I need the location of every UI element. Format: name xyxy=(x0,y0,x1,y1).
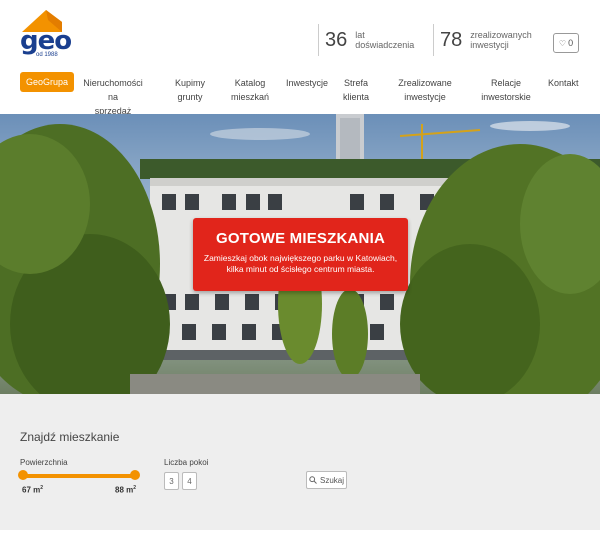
stat-label-line1: zrealizowanych xyxy=(470,30,532,40)
search-title: Znajdź mieszkanie xyxy=(20,430,120,444)
nav-item-kupimy-grunty[interactable]: Kupimy grunty xyxy=(170,76,210,104)
unit-superscript: 2 xyxy=(133,485,137,491)
nav-label-line1: Zrealizowane xyxy=(398,78,452,88)
area-slider-track[interactable] xyxy=(23,474,135,478)
search-button-label: Szukaj xyxy=(319,475,344,485)
nav-item-zrealizowane[interactable]: Zrealizowane inwestycje xyxy=(396,76,454,104)
nav-label-line2: inwestorskie xyxy=(481,92,531,102)
area-max-text: 88 m xyxy=(115,485,134,495)
nav-label: Inwestycje xyxy=(286,78,329,88)
nav-item-katalog[interactable]: Katalog mieszkań xyxy=(230,76,270,104)
heart-icon: ♡ xyxy=(558,38,567,48)
stat-investments: 78 zrealizowanych inwestycji xyxy=(433,24,532,56)
nav-item-strefa-klienta[interactable]: Strefa klienta xyxy=(340,76,372,104)
geo-logo[interactable]: geo od 1988 xyxy=(20,8,72,66)
nav-item-relacje[interactable]: Relacje inwestorskie xyxy=(480,76,532,104)
stat-label-line2: inwestycji xyxy=(470,40,509,50)
stat-label: lat doświadczenia xyxy=(355,30,414,50)
hero-promo-box[interactable]: GOTOWE MIESZKANIA Zamieszkaj obok najwię… xyxy=(193,218,408,291)
favorites-button[interactable]: ♡ 0 xyxy=(553,33,579,53)
search-icon xyxy=(309,476,317,484)
nav-label: Kontakt xyxy=(548,78,579,88)
nav-label-line2: mieszkań xyxy=(230,92,269,102)
stat-experience: 36 lat doświadczenia xyxy=(318,24,414,56)
nav-label-line2: klienta xyxy=(342,92,369,102)
area-slider-max-handle[interactable] xyxy=(130,470,140,480)
nav-label-line1: Kupimy xyxy=(174,78,205,88)
hero-subtitle: Zamieszkaj obok największego parku w Kat… xyxy=(193,253,408,275)
nav-label-line1: Relacje xyxy=(490,78,521,88)
main-nav: GeoGrupa Nieruchomości na sprzedaż Kupim… xyxy=(0,70,600,116)
nav-label-line1: Nieruchomości na xyxy=(83,78,143,102)
nav-item-kontakt[interactable]: Kontakt xyxy=(548,76,579,90)
hero-banner[interactable]: GOTOWE MIESZKANIA Zamieszkaj obok najwię… xyxy=(0,114,600,394)
area-min-text: 67 m xyxy=(22,485,41,495)
nav-label-line1: Strefa xyxy=(343,78,368,88)
area-min-value: 67 m2 xyxy=(22,485,43,495)
nav-label-line1: Katalog xyxy=(234,78,266,88)
site-header: geo od 1988 36 lat doświadczenia 78 zrea… xyxy=(0,0,600,116)
room-option-3[interactable]: 3 xyxy=(164,472,179,490)
hero-subtitle-line2: kilka minut od ścisłego centrum miasta. xyxy=(226,264,375,274)
apartment-search-panel: Znajdź mieszkanie Powierzchnia 67 m2 88 … xyxy=(0,394,600,530)
nav-item-inwestycje[interactable]: Inwestycje xyxy=(286,76,329,90)
stat-label: zrealizowanych inwestycji xyxy=(470,30,532,50)
logo-since: od 1988 xyxy=(36,52,58,58)
nav-item-geogrupa[interactable]: GeoGrupa xyxy=(20,72,75,92)
stat-value: 36 xyxy=(325,28,348,51)
nav-label-line2: grunty xyxy=(177,92,203,102)
hero-title: GOTOWE MIESZKANIA xyxy=(216,230,385,247)
nav-label-line2: inwestycje xyxy=(404,92,446,102)
stat-value: 78 xyxy=(440,28,463,51)
favorites-count: 0 xyxy=(568,38,574,48)
stat-label-line2: doświadczenia xyxy=(355,40,415,50)
area-max-value: 88 m2 xyxy=(115,485,136,495)
nav-label: GeoGrupa xyxy=(26,77,69,87)
hero-subtitle-line1: Zamieszkaj obok największego parku w Kat… xyxy=(203,253,398,263)
rooms-label: Liczba pokoi xyxy=(164,458,209,467)
area-label: Powierzchnia xyxy=(20,458,68,467)
unit-superscript: 2 xyxy=(40,485,44,491)
room-option-4[interactable]: 4 xyxy=(182,472,197,490)
stat-label-line1: lat xyxy=(355,30,365,40)
nav-item-nieruchomosci[interactable]: Nieruchomości na sprzedaż xyxy=(80,76,146,118)
search-button[interactable]: Szukaj xyxy=(306,471,347,489)
area-slider-min-handle[interactable] xyxy=(18,470,28,480)
page-bottom-strip xyxy=(0,530,600,560)
